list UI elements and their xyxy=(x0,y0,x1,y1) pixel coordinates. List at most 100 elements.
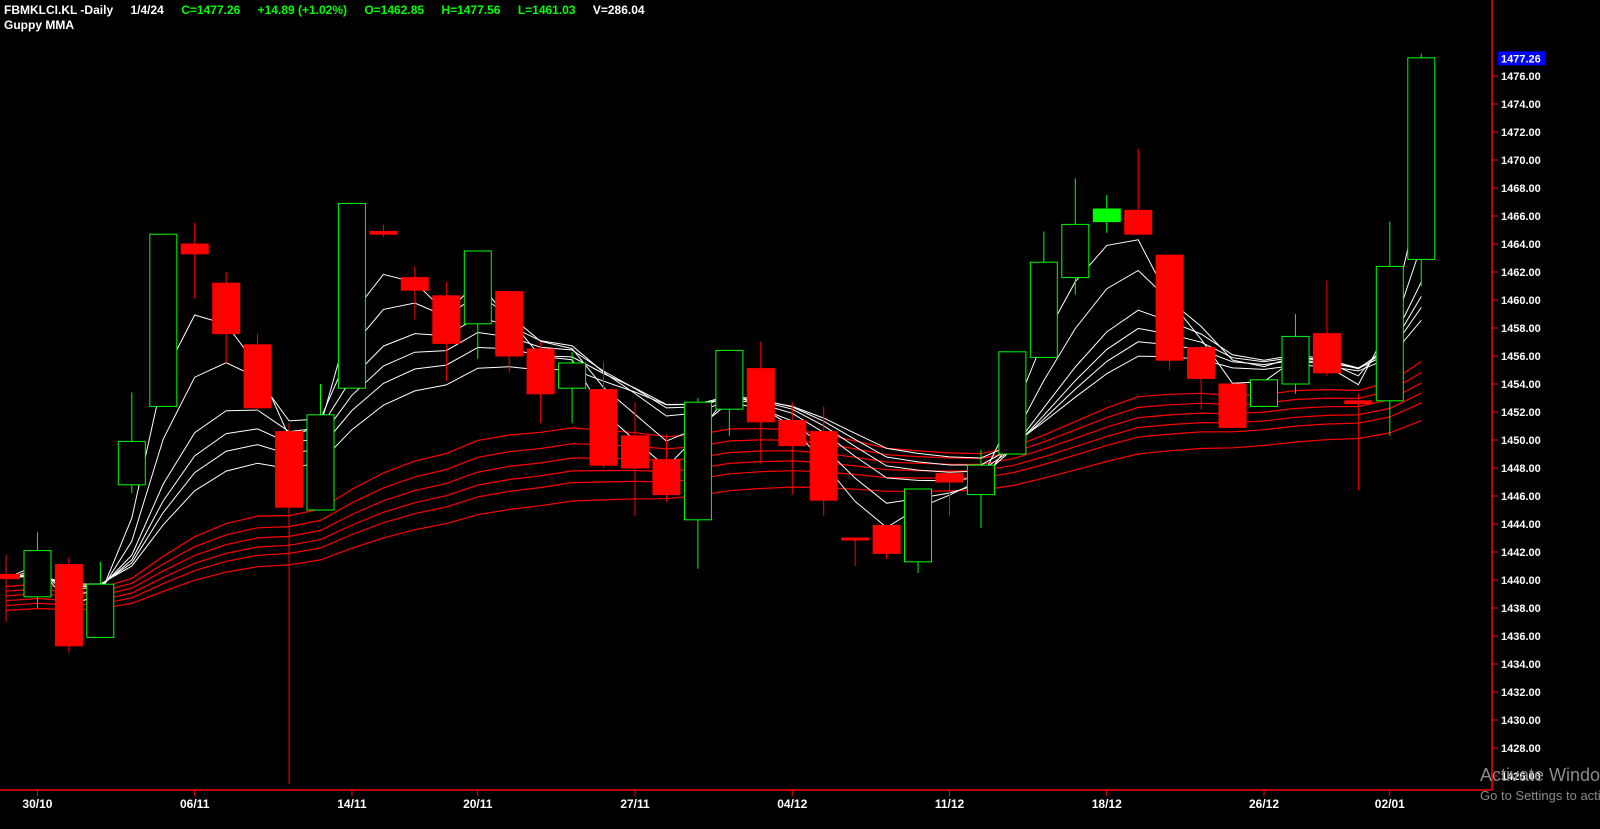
candle-body-up xyxy=(1029,261,1058,358)
low-label: L=1461.03 xyxy=(517,3,576,17)
y-tick-label: 1438.00 xyxy=(1501,603,1541,615)
candle-body-down xyxy=(0,573,20,580)
candle-body-up xyxy=(23,550,52,598)
y-tick-label: 1450.00 xyxy=(1501,435,1541,447)
candle-body-up xyxy=(1092,208,1121,223)
y-tick-label: 1468.00 xyxy=(1501,183,1541,195)
candle-body-up xyxy=(904,488,932,563)
x-tick-label: 06/11 xyxy=(180,797,210,811)
candle xyxy=(1155,254,1184,370)
indicator-label: Guppy MMA xyxy=(4,18,74,32)
candle-body-down xyxy=(1312,333,1341,374)
candle-body-down xyxy=(275,431,304,508)
candle-body-down xyxy=(212,282,241,335)
high-label: H=1477.56 xyxy=(441,3,501,17)
y-tick-label: 1452.00 xyxy=(1501,407,1541,419)
candle xyxy=(1250,379,1278,407)
last-price-label: 1477.26 xyxy=(1501,53,1541,65)
candle-body-down xyxy=(526,348,555,395)
candle xyxy=(243,333,272,411)
x-tick-label: 30/10 xyxy=(22,797,52,811)
y-tick-label: 1462.00 xyxy=(1501,267,1541,279)
x-tick-label: 18/12 xyxy=(1092,797,1122,811)
candle xyxy=(54,557,83,653)
y-tick-label: 1442.00 xyxy=(1501,547,1541,559)
x-tick-label: 04/12 xyxy=(777,797,807,811)
candle-body-down xyxy=(872,524,901,554)
y-tick-label: 1474.00 xyxy=(1501,99,1541,111)
candle-body-down xyxy=(180,243,209,255)
watermark-subtitle: Go to Settings to activate Windows. xyxy=(1480,788,1600,803)
symbol-label: FBMKLCI.KL -Daily xyxy=(4,3,114,17)
candle-body-down xyxy=(841,537,870,541)
candle-body-down xyxy=(243,344,272,409)
y-tick-label: 1428.00 xyxy=(1501,743,1541,755)
candle xyxy=(904,488,932,573)
candle-body-down xyxy=(652,459,681,496)
candle-body-up xyxy=(715,349,744,410)
candle-body-down xyxy=(746,368,775,423)
candle-body-down xyxy=(935,473,964,483)
candle-body-up xyxy=(1407,57,1436,260)
candle-body-down xyxy=(1187,347,1216,379)
candle-body-down xyxy=(1155,254,1184,361)
y-tick-label: 1472.00 xyxy=(1501,127,1541,139)
y-tick-label: 1456.00 xyxy=(1501,351,1541,363)
candle-body-down xyxy=(1344,400,1373,405)
candle-body-up xyxy=(463,250,492,325)
y-tick-label: 1454.00 xyxy=(1501,379,1541,391)
x-tick-label: 14/11 xyxy=(337,797,367,811)
candle xyxy=(337,202,366,389)
y-tick-label: 1470.00 xyxy=(1501,155,1541,167)
candle-body-down xyxy=(400,277,429,291)
y-tick-label: 1432.00 xyxy=(1501,687,1541,699)
candle xyxy=(1407,53,1436,286)
candle-body-down xyxy=(621,435,649,469)
date-label: 1/4/24 xyxy=(130,3,164,17)
x-tick-label: 27/11 xyxy=(620,797,650,811)
candle-body-down xyxy=(778,419,807,447)
candle xyxy=(1218,383,1247,428)
candle-body-up xyxy=(306,414,335,511)
x-tick-label: 11/12 xyxy=(935,797,965,811)
candle-body-down xyxy=(809,431,838,501)
candle-body-up xyxy=(1061,223,1090,279)
candle-body-down xyxy=(1124,209,1153,235)
candle-body-down xyxy=(369,230,398,235)
candle-body-down xyxy=(54,564,83,647)
price-chart[interactable]: 1426.001428.001430.001432.001434.001436.… xyxy=(0,0,1600,829)
candle-body-up xyxy=(1250,379,1278,407)
y-tick-label: 1434.00 xyxy=(1501,659,1541,671)
candle-body-up xyxy=(337,202,366,389)
candle-body-up xyxy=(1281,335,1310,385)
candle-body-up xyxy=(998,351,1027,455)
candle-body-up xyxy=(683,401,712,521)
candle-body-up xyxy=(558,362,587,389)
candle-body-up xyxy=(149,233,178,407)
candle-body-up xyxy=(1375,265,1404,402)
candle-body-up xyxy=(86,583,115,638)
y-tick-label: 1464.00 xyxy=(1501,239,1541,251)
candle xyxy=(149,233,178,407)
change-label: +14.89 (+1.02%) xyxy=(257,3,347,17)
y-tick-label: 1458.00 xyxy=(1501,323,1541,335)
candle-body-up xyxy=(966,464,995,496)
y-tick-label: 1460.00 xyxy=(1501,295,1541,307)
y-tick-label: 1476.00 xyxy=(1501,71,1541,83)
chart-header: FBMKLCI.KL -Daily 1/4/24 C=1477.26 +14.8… xyxy=(4,3,659,17)
y-tick-label: 1466.00 xyxy=(1501,211,1541,223)
open-label: O=1462.85 xyxy=(364,3,425,17)
y-tick-label: 1444.00 xyxy=(1501,519,1541,531)
volume-label: V=286.04 xyxy=(592,3,645,17)
candle-body-down xyxy=(495,291,524,357)
y-tick-label: 1436.00 xyxy=(1501,631,1541,643)
close-label: C=1477.26 xyxy=(181,3,241,17)
candle-body-down xyxy=(589,389,618,466)
y-tick-label: 1430.00 xyxy=(1501,715,1541,727)
candle-body-down xyxy=(1218,383,1247,428)
x-tick-label: 26/12 xyxy=(1249,797,1279,811)
watermark-title: Activate Windows xyxy=(1480,765,1600,785)
y-tick-label: 1446.00 xyxy=(1501,491,1541,503)
x-tick-label: 02/01 xyxy=(1375,797,1405,811)
y-tick-label: 1440.00 xyxy=(1501,575,1541,587)
